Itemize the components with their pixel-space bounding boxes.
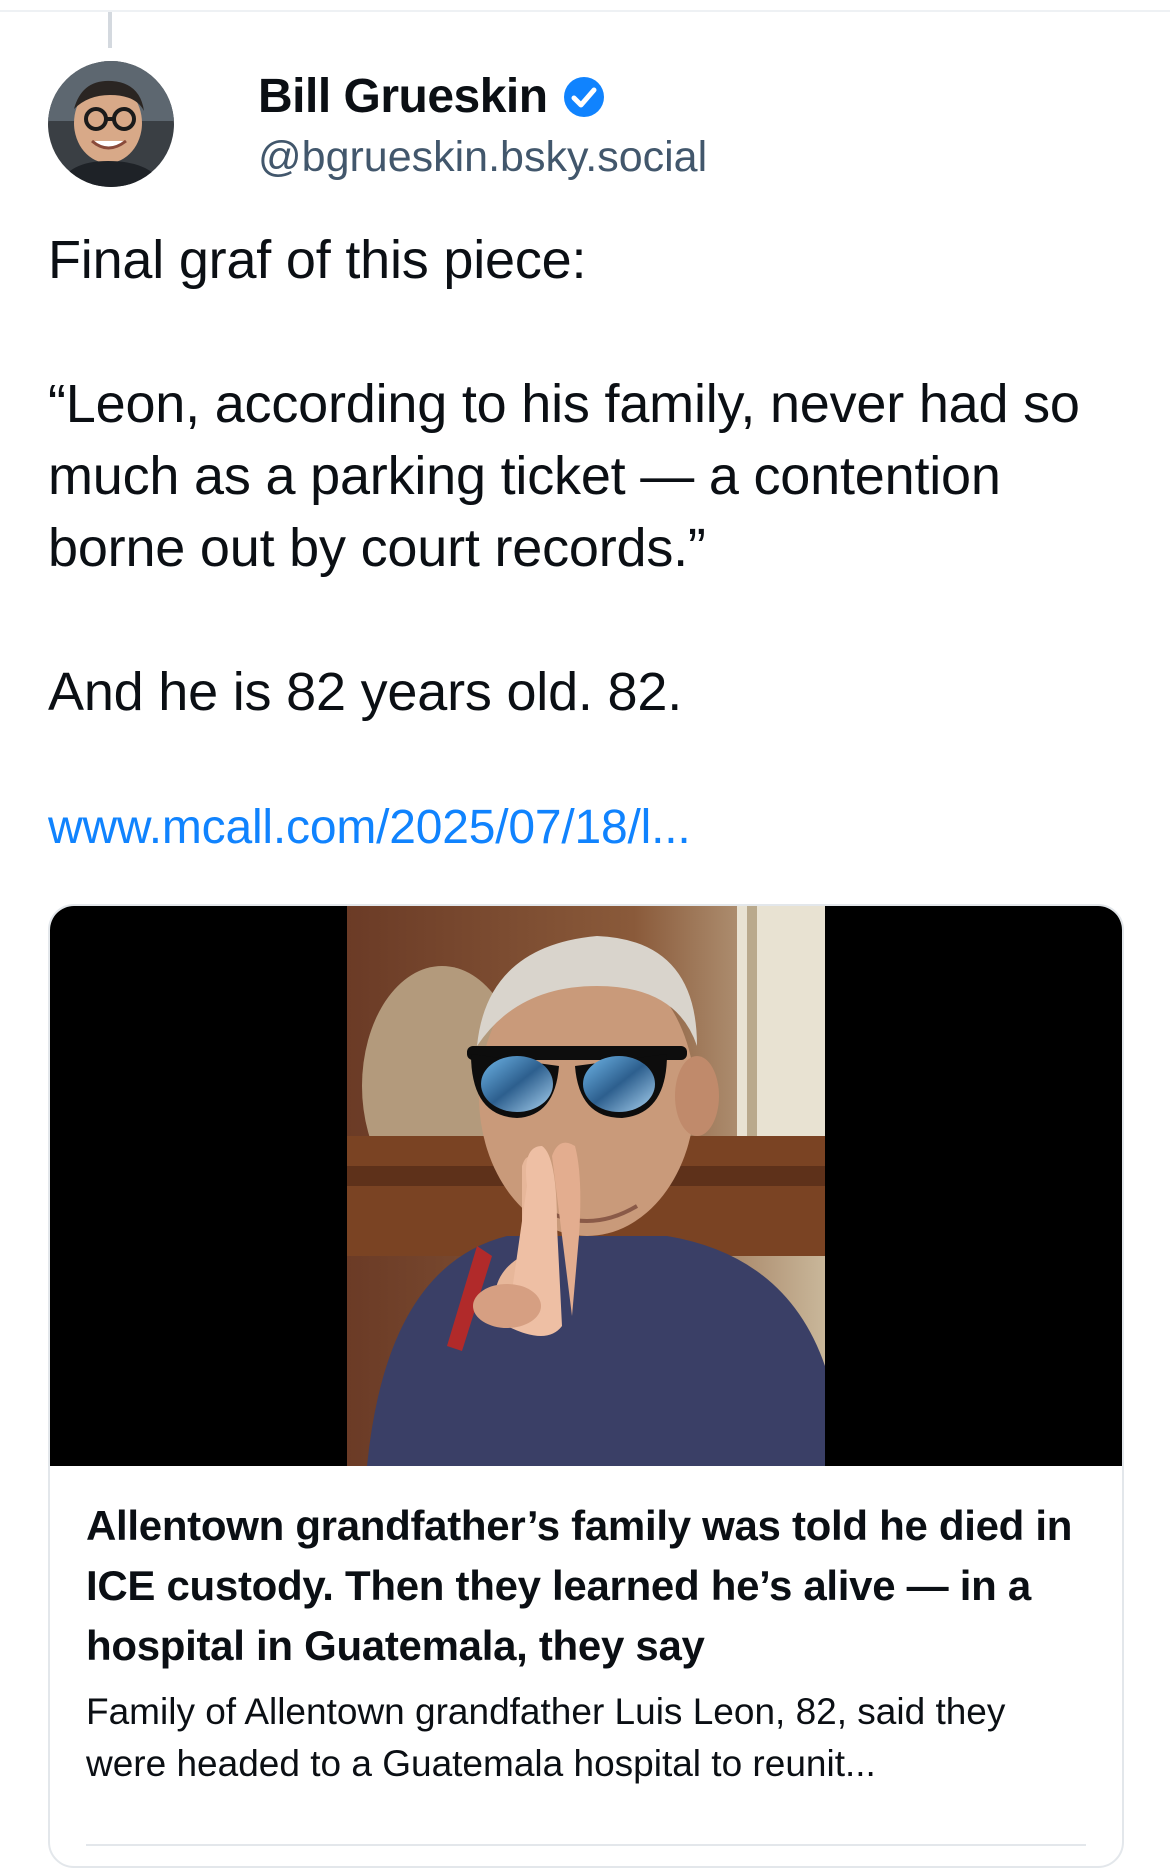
post-paragraph: Final graf of this piece: <box>48 230 587 290</box>
post-link[interactable]: www.mcall.com/2025/07/18/l... <box>48 800 691 855</box>
thread-connector-line <box>108 12 112 48</box>
link-preview-image[interactable] <box>50 906 1122 1466</box>
top-divider <box>0 10 1170 12</box>
link-preview-photo <box>347 906 825 1466</box>
link-preview-description: Family of Allentown grandfather Luis Leo… <box>86 1691 1006 1784</box>
verified-check-icon[interactable] <box>562 75 606 119</box>
link-preview-card[interactable]: Allentown grandfather’s family was told … <box>48 904 1124 1868</box>
post-header: Bill Grueskin @bgrueskin.bsky.social <box>48 60 707 188</box>
author-avatar[interactable] <box>48 61 174 187</box>
user-avatar-icon <box>48 61 174 187</box>
post-paragraph: And he is 82 years old. 82. <box>48 662 683 722</box>
link-preview-title[interactable]: Allentown grandfather’s family was told … <box>86 1496 1086 1676</box>
author-handle[interactable]: @bgrueskin.bsky.social <box>258 133 707 182</box>
post-paragraph: “Leon, according to his family, never ha… <box>48 374 1080 578</box>
author-display-name[interactable]: Bill Grueskin <box>258 69 548 124</box>
card-divider <box>86 1844 1086 1846</box>
post-body: Final graf of this piece: “Leon, accordi… <box>48 224 1128 728</box>
